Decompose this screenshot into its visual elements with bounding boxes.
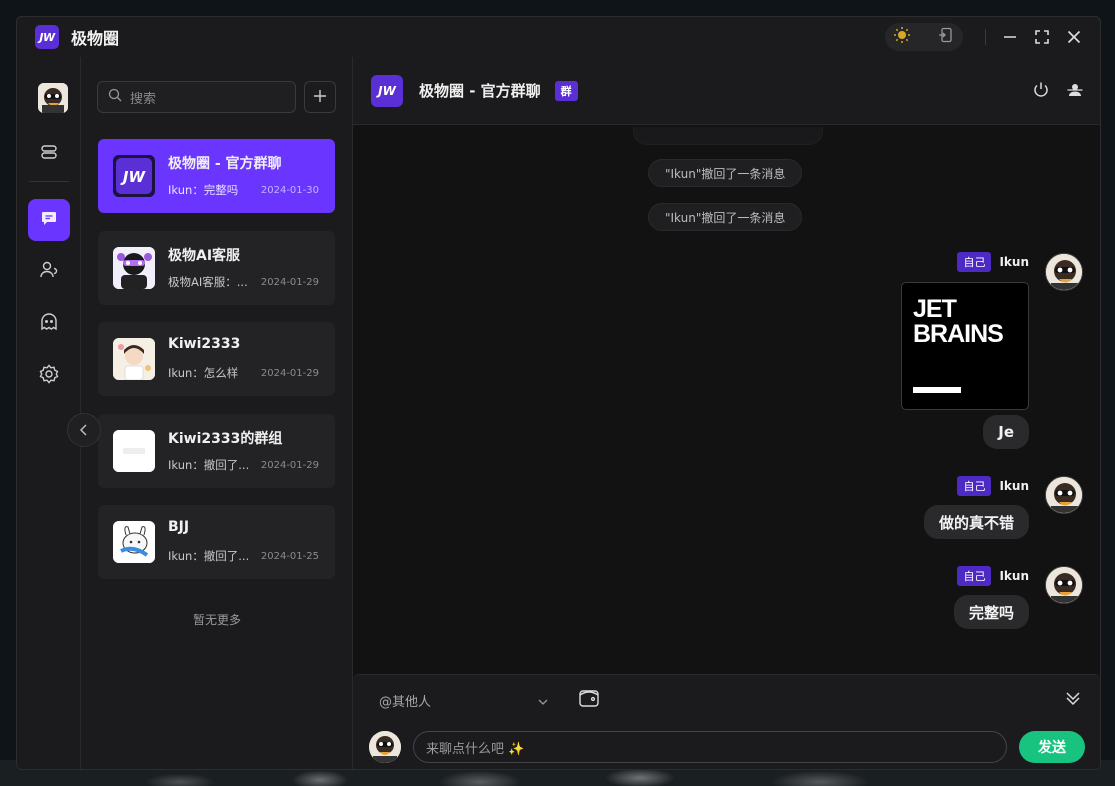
collapse-sidebar-button[interactable]	[67, 413, 101, 447]
conversation-name: BJJ	[168, 519, 190, 535]
avatar[interactable]	[1045, 253, 1083, 291]
titlebar-divider	[985, 29, 986, 45]
conversation-name: 极物圈 - 官方群聊	[168, 156, 282, 172]
conversation-preview: Ikun：撤回了...	[168, 458, 250, 472]
search-input[interactable]: 搜索	[97, 81, 296, 113]
rail-divider	[29, 181, 69, 182]
image-upload-icon[interactable]	[578, 687, 600, 713]
rail-contacts[interactable]	[28, 251, 70, 293]
conversation-name: Kiwi2333的群组	[168, 431, 283, 447]
conversation-avatar: JW	[113, 155, 155, 197]
ghost-icon	[39, 312, 59, 336]
message-meta: 自己 Ikun	[957, 252, 1029, 272]
conversation-name: 极物AI客服	[168, 248, 241, 264]
self-tag: 自己	[957, 566, 992, 586]
app-logo: JW	[35, 25, 59, 49]
jetbrains-logo: JET BRAINS	[913, 295, 1004, 348]
logo-bar	[913, 387, 961, 393]
message-image[interactable]: JET BRAINS	[901, 282, 1029, 410]
mention-select[interactable]: @其他人	[379, 691, 431, 710]
nav-rail	[17, 57, 81, 769]
title-bar: JW 极物圈	[17, 17, 1100, 57]
conversation-preview: Ikun：怎么样	[168, 366, 239, 380]
user-avatar[interactable]	[38, 83, 68, 113]
chat-header: JW 极物圈 - 官方群聊 群	[353, 57, 1100, 125]
group-badge: 群	[554, 80, 578, 101]
gear-icon	[39, 364, 59, 388]
theme-pin-group	[885, 23, 963, 51]
self-tag: 自己	[957, 252, 992, 272]
window-controls	[885, 23, 1090, 51]
message-input[interactable]: 来聊点什么吧 ✨	[413, 731, 1007, 763]
maximize-button[interactable]	[1026, 23, 1058, 51]
system-message: "Ikun"撤回了一条消息	[648, 203, 803, 231]
members-icon[interactable]	[1066, 81, 1084, 103]
conversation-avatar	[113, 338, 155, 380]
chat-title: 极物圈 - 官方群聊	[419, 82, 541, 100]
contacts-icon	[39, 260, 59, 284]
rail-settings[interactable]	[28, 355, 70, 397]
conversation-preview: 极物AI客服：...	[168, 275, 248, 289]
message-bubble: 做的真不错	[923, 505, 1029, 539]
search-placeholder: 搜索	[130, 91, 157, 107]
conversation-name: Kiwi2333	[168, 336, 241, 352]
conversation-item[interactable]: Kiwi2333的群组 Ikun：撤回了... 2024-01-29	[98, 414, 335, 488]
rail-server[interactable]	[28, 133, 70, 175]
conversation-date: 2024-01-29	[260, 460, 319, 471]
conversation-avatar	[113, 430, 155, 472]
power-icon[interactable]	[1032, 81, 1050, 103]
conversation-avatar	[113, 247, 155, 289]
conversation-avatar	[113, 521, 155, 563]
conversation-date: 2024-01-25	[260, 551, 319, 562]
sender-name: Ikun	[999, 479, 1029, 493]
sender-name: Ikun	[999, 569, 1029, 583]
server-icon	[40, 143, 58, 165]
avatar	[369, 731, 401, 763]
conversation-date: 2024-01-29	[260, 277, 319, 288]
conversation-preview: Ikun：完整吗	[168, 183, 239, 197]
conversation-list: 搜索 JW 极物圈 - 官方群聊 Ikun：完整吗 2024-01-30 极物A…	[81, 57, 353, 769]
conversation-date: 2024-01-29	[260, 368, 319, 379]
pin-window-icon[interactable]	[937, 26, 955, 48]
sun-icon[interactable]	[893, 26, 911, 48]
system-message-partial	[633, 127, 823, 145]
plus-icon	[313, 88, 327, 107]
app-title: 极物圈	[71, 29, 120, 48]
avatar[interactable]	[1045, 566, 1083, 604]
conversation-item[interactable]: BJJ Ikun：撤回了... 2024-01-25	[98, 505, 335, 579]
chevron-down-icon[interactable]	[537, 693, 549, 712]
app-window: JW 极物圈 搜索 JW 极物圈 - 官方群聊 Ikun：完整吗 2024-01…	[16, 16, 1101, 770]
self-tag: 自己	[957, 476, 992, 496]
add-conversation-button[interactable]	[304, 81, 336, 113]
chat-icon	[40, 209, 58, 231]
sender-name: Ikun	[999, 255, 1029, 269]
conversation-date: 2024-01-30	[260, 185, 319, 196]
svg-text:JW: JW	[120, 168, 147, 186]
close-button[interactable]	[1058, 23, 1090, 51]
message-meta: 自己 Ikun	[957, 566, 1029, 586]
search-icon	[108, 88, 130, 106]
chevron-left-icon	[78, 421, 90, 440]
avatar[interactable]	[1045, 476, 1083, 514]
message-bubble: Je	[983, 415, 1029, 449]
conversation-item[interactable]: JW 极物圈 - 官方群聊 Ikun：完整吗 2024-01-30	[98, 139, 335, 213]
conversation-item[interactable]: Kiwi2333 Ikun：怎么样 2024-01-29	[98, 322, 335, 396]
double-chevron-down-icon[interactable]	[1064, 689, 1082, 711]
rail-ghost[interactable]	[28, 303, 70, 345]
minimize-button[interactable]	[994, 23, 1026, 51]
conversation-item[interactable]: 极物AI客服 极物AI客服：... 2024-01-29	[98, 231, 335, 305]
message-bubble: 完整吗	[953, 595, 1029, 629]
system-message: "Ikun"撤回了一条消息	[648, 159, 803, 187]
composer: @其他人 来聊点什么吧 ✨ 发送	[353, 674, 1100, 769]
rail-chat[interactable]	[28, 199, 70, 241]
chat-header-actions	[1032, 81, 1084, 103]
no-more-label: 暂无更多	[192, 613, 241, 627]
chat-avatar: JW	[371, 74, 403, 107]
conversation-preview: Ikun：撤回了...	[168, 549, 250, 563]
send-button[interactable]: 发送	[1019, 731, 1085, 763]
chat-panel: JW 极物圈 - 官方群聊 群 "Ikun"撤回了一条消息 "Ikun"撤回了一…	[353, 57, 1100, 769]
message-meta: 自己 Ikun	[957, 476, 1029, 496]
